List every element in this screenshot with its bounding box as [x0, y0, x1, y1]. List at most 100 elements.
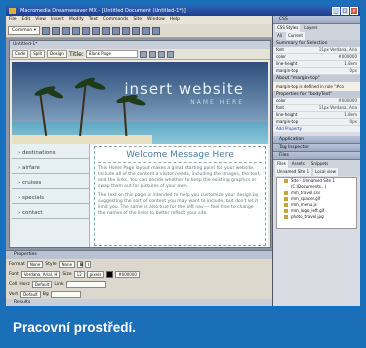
property-row[interactable]: font 11px Verdana, Aria [273, 105, 360, 112]
body-paragraph-2: The text on this page is intended to hel… [98, 193, 259, 216]
menu-help[interactable]: Help [170, 16, 180, 24]
design-view-button[interactable]: Design [47, 50, 67, 58]
template-icon[interactable] [151, 26, 160, 35]
nav-item-cruises[interactable]: › cruises [12, 177, 89, 189]
file-item[interactable]: photo_travel.jpg [277, 214, 356, 220]
summary-row[interactable]: font 11px Verdana, Aria [273, 47, 360, 54]
bold-button[interactable]: B [77, 260, 83, 268]
view-select[interactable]: Local view [313, 168, 338, 176]
insert-toolbar: Common ▾ [6, 24, 272, 38]
nav-item-airfare[interactable]: › airfare [12, 162, 89, 174]
font-label: Font [9, 271, 19, 277]
files-tabs: Files Assets Snippets [273, 160, 360, 168]
content-area[interactable]: Welcome Message Here This Home Page layo… [94, 146, 266, 246]
properties-row-2: Font Verdana, Arial, H Size 12 pixels #0… [6, 269, 272, 279]
screenshot: Macromedia Dreamweaver MX - [Untitled Do… [6, 6, 360, 306]
tab-css-styles[interactable]: CSS Styles [275, 24, 301, 32]
menu-modify[interactable]: Modify [69, 16, 84, 24]
menu-site[interactable]: Site [133, 16, 142, 24]
css-mode-all[interactable]: All [275, 32, 284, 40]
right-panel-dock: CSS CSS Styles Layers All Current Summar… [272, 16, 360, 306]
title-label: Title: [68, 50, 84, 58]
media-icon[interactable] [101, 26, 110, 35]
site-select[interactable]: Unnamed Site 1 [275, 168, 312, 176]
tag-inspector-panel-header[interactable]: Tag Inspector [273, 144, 360, 152]
italic-button[interactable]: I [85, 260, 92, 268]
property-row[interactable]: color #000000 [273, 98, 360, 105]
title-input[interactable]: Blank Page [85, 50, 138, 58]
color-input[interactable]: #000000 [115, 270, 140, 278]
add-property-link[interactable]: Add Property [273, 126, 360, 132]
tab-layers[interactable]: Layers [302, 24, 319, 32]
property-row[interactable]: line-height 1.8em [273, 112, 360, 119]
property-row[interactable]: margin-top 0px [273, 119, 360, 126]
vert-label: Vert [9, 291, 19, 297]
layer-icon[interactable] [81, 26, 90, 35]
date-icon[interactable] [111, 26, 120, 35]
menu-file[interactable]: File [9, 16, 17, 24]
tab-snippets[interactable]: Snippets [309, 160, 330, 168]
menu-insert[interactable]: Insert [51, 16, 64, 24]
table-icon[interactable] [71, 26, 80, 35]
app-icon [9, 8, 16, 14]
menu-commands[interactable]: Commands [103, 16, 128, 24]
application-panel-header[interactable]: Application [273, 136, 360, 144]
split-view-button[interactable]: Split [30, 50, 46, 58]
anchor-icon[interactable] [61, 26, 70, 35]
file-tree: Site - Unnamed Site 1 (C:\Documents...) … [276, 177, 357, 229]
properties-header[interactable]: Properties [6, 251, 272, 259]
menu-text[interactable]: Text [89, 16, 98, 24]
document-window: Untitled-1* Code Split Design Title: Bla… [9, 40, 271, 248]
nav-item-contact[interactable]: › contact [12, 207, 89, 219]
script-icon[interactable] [141, 26, 150, 35]
view-options-icon[interactable] [166, 50, 174, 58]
refresh-icon[interactable] [157, 50, 165, 58]
tab-assets[interactable]: Assets [290, 160, 307, 168]
vert-select[interactable]: Default [20, 290, 41, 298]
font-select[interactable]: Verdana, Arial, H [20, 270, 61, 278]
file-management-icon[interactable] [139, 50, 147, 58]
nav-item-specials[interactable]: › specials [12, 192, 89, 204]
design-canvas[interactable]: insert website NAME HERE › destinations … [12, 62, 268, 247]
style-select[interactable]: None [58, 260, 76, 268]
preview-icon[interactable] [148, 50, 156, 58]
close-button[interactable]: x [350, 7, 358, 15]
css-panel-header[interactable]: CSS [273, 16, 360, 24]
tab-files[interactable]: Files [275, 160, 288, 168]
properties-row-4: Vert Default Bg [6, 289, 272, 299]
window-title: Macromedia Dreamweaver MX - [Untitled Do… [20, 8, 186, 14]
document-tab[interactable]: Untitled-1* [10, 41, 270, 49]
image-icon[interactable] [91, 26, 100, 35]
maximize-button[interactable]: □ [341, 7, 349, 15]
minimize-button[interactable]: _ [332, 7, 340, 15]
folder-icon[interactable]: Site - Unnamed Site 1 (C:\Documents...) [277, 178, 356, 190]
size-select[interactable]: 12 [73, 270, 85, 278]
head-icon[interactable] [131, 26, 140, 35]
link-input[interactable] [65, 280, 106, 288]
nav-item-destinations[interactable]: › destinations [12, 147, 89, 159]
results-panel-header[interactable]: Results [6, 299, 272, 306]
text-color-swatch[interactable] [106, 270, 114, 278]
summary-row[interactable]: color #000000 [273, 54, 360, 61]
bg-input[interactable] [50, 290, 81, 298]
menu-view[interactable]: View [35, 16, 46, 24]
hyperlink-icon[interactable] [41, 26, 50, 35]
files-panel-header[interactable]: Files [273, 152, 360, 160]
about-text: margin-top is defined in rule "#co [273, 82, 360, 91]
title-bar: Macromedia Dreamweaver MX - [Untitled Do… [6, 6, 360, 16]
summary-row[interactable]: line-height 1.8em [273, 61, 360, 68]
css-mode-current[interactable]: Current [285, 32, 305, 40]
horz-select[interactable]: Default [31, 280, 53, 288]
comment-icon[interactable] [121, 26, 130, 35]
email-link-icon[interactable] [51, 26, 60, 35]
format-select[interactable]: None [26, 260, 44, 268]
menu-window[interactable]: Window [147, 16, 165, 24]
banner-title: insert website [124, 80, 244, 98]
code-view-button[interactable]: Code [12, 50, 29, 58]
menu-edit[interactable]: Edit [22, 16, 31, 24]
beach-image [12, 135, 152, 144]
unit-select[interactable]: pixels [86, 270, 105, 278]
insert-category-select[interactable]: Common ▾ [8, 26, 40, 35]
caption-bar: Pracovní prostředí. [0, 306, 366, 348]
summary-row[interactable]: margin-top 0px [273, 68, 360, 75]
